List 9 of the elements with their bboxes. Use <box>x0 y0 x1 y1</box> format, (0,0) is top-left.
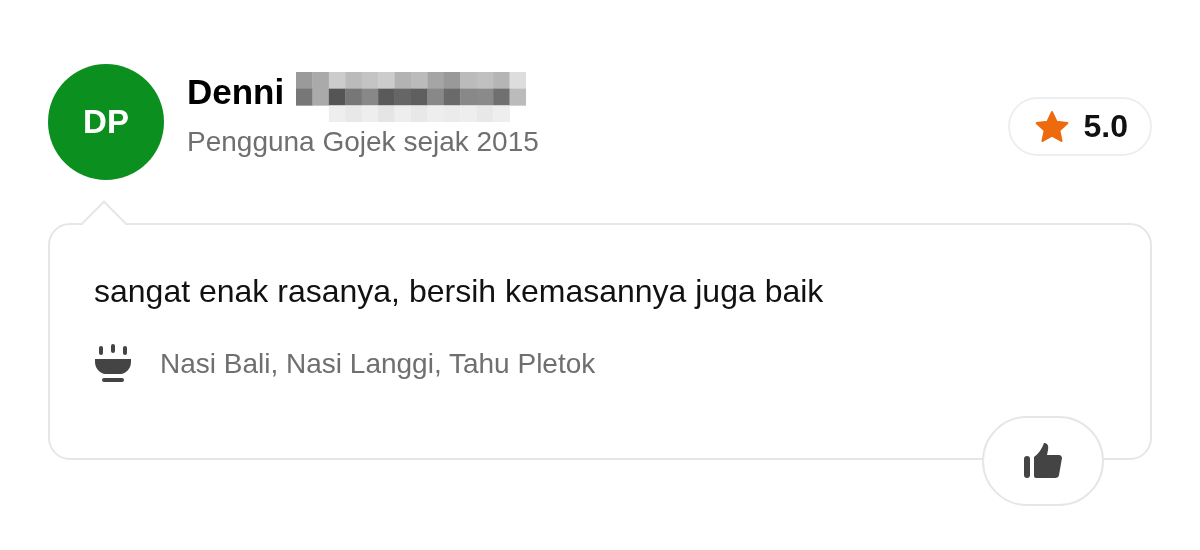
star-icon <box>1033 109 1070 144</box>
ordered-dishes-text: Nasi Bali, Nasi Langgi, Tahu Pletok <box>160 348 596 380</box>
bowl-icon <box>94 344 132 384</box>
thumbs-up-icon <box>1023 442 1063 480</box>
reviewer-name: Denni <box>187 72 285 112</box>
member-since-text: Pengguna Gojek sejak 2015 <box>187 126 540 158</box>
review-text: sangat enak rasanya, bersih kemasannya juga baik <box>94 273 825 310</box>
avatar-initials: DP <box>83 103 129 141</box>
rating-value: 5.0 <box>1083 108 1128 145</box>
